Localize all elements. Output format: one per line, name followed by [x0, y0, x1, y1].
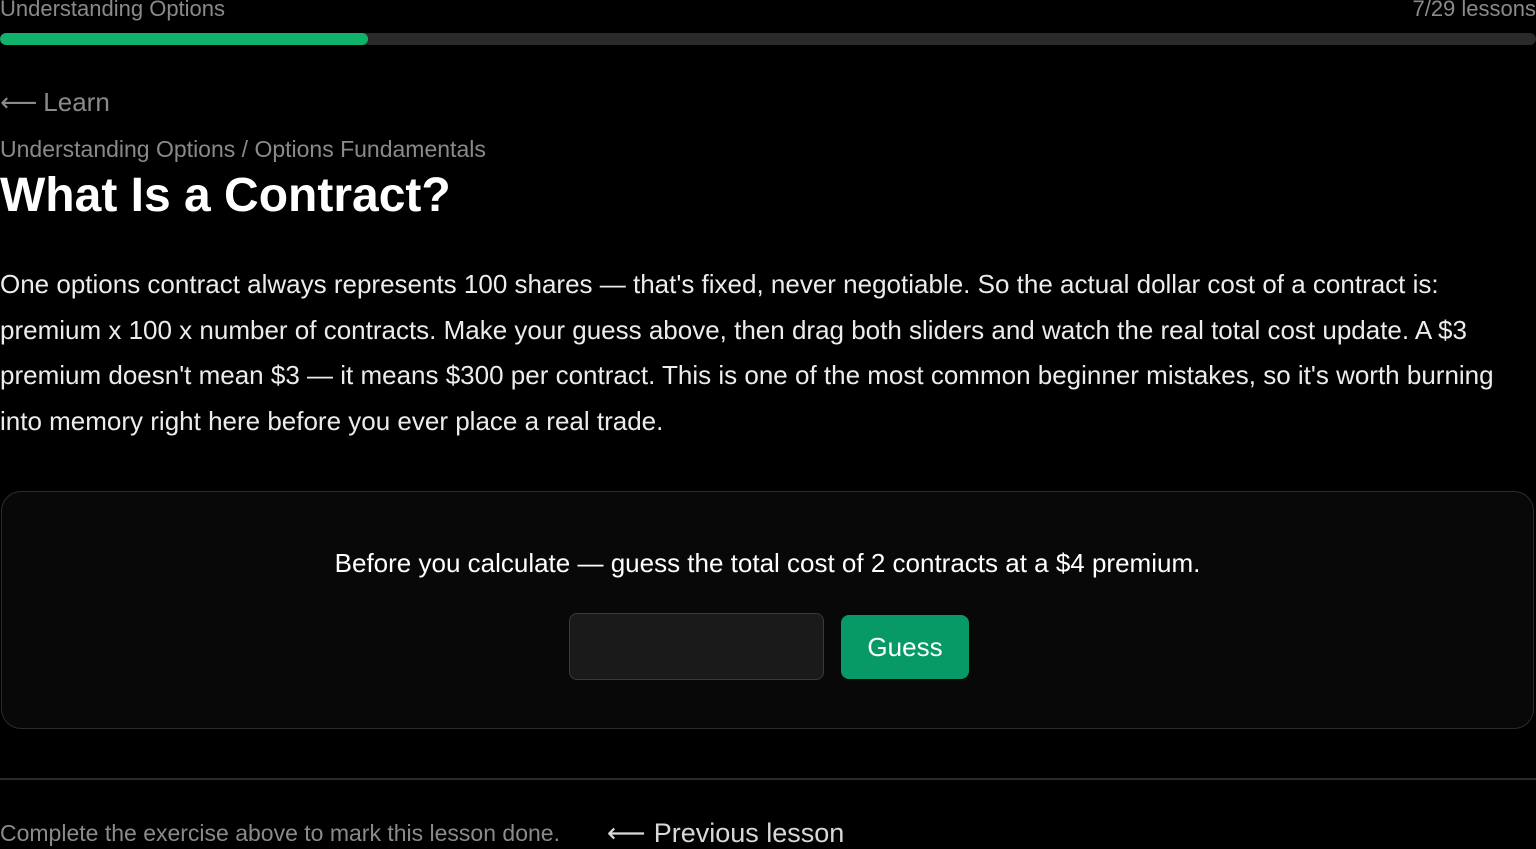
previous-lesson-label: Previous lesson	[653, 818, 845, 848]
previous-lesson-link[interactable]: ⟵ Previous lesson	[607, 817, 844, 849]
progress-bar-fill	[0, 33, 368, 45]
course-title: Understanding Options	[0, 0, 226, 21]
footer-divider	[0, 778, 1536, 780]
completion-note: Complete the exercise above to mark this…	[0, 820, 560, 846]
back-to-learn-link[interactable]: ⟵ Learn	[0, 86, 110, 118]
guess-button[interactable]: Guess	[841, 615, 969, 679]
previous-arrow-icon: ⟵	[607, 818, 646, 848]
lesson-count: 7/29 lessons	[1412, 0, 1536, 21]
course-progress-header: Understanding Options 7/29 lessons	[0, 0, 1536, 46]
back-arrow-icon: ⟵	[0, 87, 38, 117]
breadcrumb-separator: /	[241, 136, 249, 162]
breadcrumb-course[interactable]: Understanding Options	[0, 136, 235, 162]
breadcrumb-module[interactable]: Options Fundamentals	[254, 136, 485, 162]
exercise-card: Before you calculate — guess the total c…	[1, 491, 1534, 729]
page-title: What Is a Contract?	[0, 169, 451, 222]
exercise-prompt: Before you calculate — guess the total c…	[334, 548, 1201, 578]
back-link-label: Learn	[43, 87, 110, 117]
guess-input[interactable]	[569, 613, 824, 680]
breadcrumb: Understanding Options / Options Fundamen…	[0, 135, 486, 163]
progress-bar	[0, 33, 1536, 45]
lesson-body: One options contract always represents 1…	[0, 269, 1494, 436]
